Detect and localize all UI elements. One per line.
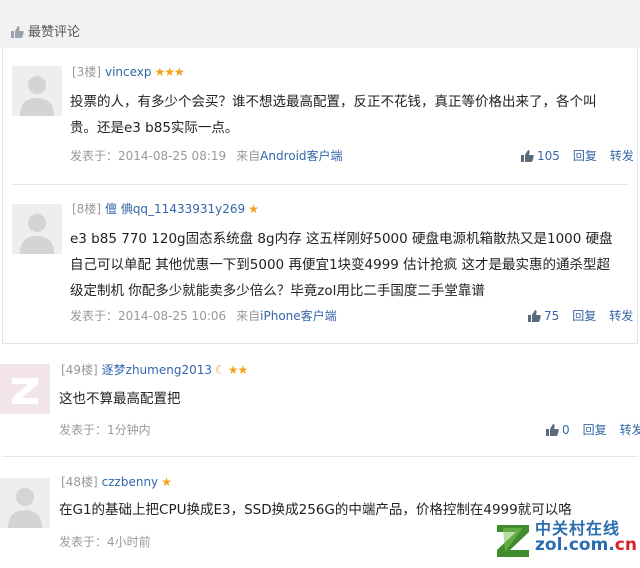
rank-stars: ★ bbox=[161, 475, 172, 489]
forward-button[interactable]: 转发 bbox=[609, 309, 633, 323]
thumbs-up-icon bbox=[528, 310, 541, 322]
username-link[interactable]: 儃 倎qq_11433931y269 bbox=[105, 202, 245, 216]
reply-button[interactable]: 回复 bbox=[583, 423, 607, 437]
comment-footer: 发表于：4小时前 bbox=[59, 534, 151, 550]
like-button[interactable]: 75 bbox=[528, 309, 559, 323]
rank-stars: ★ bbox=[248, 202, 259, 216]
comment-meta: [49楼] 逐梦zhumeng2013 ☾ ★★ bbox=[61, 362, 248, 378]
like-count: 75 bbox=[544, 309, 560, 323]
thumbs-up-icon bbox=[11, 26, 24, 38]
rank-stars: ★★ bbox=[227, 363, 248, 377]
comment-meta: [8楼] 儃 倎qq_11433931y269 ★ bbox=[72, 201, 259, 217]
reply-button[interactable]: 回复 bbox=[572, 309, 596, 323]
like-button[interactable]: 0 bbox=[546, 423, 570, 437]
reply-button[interactable]: 回复 bbox=[573, 149, 597, 163]
like-button[interactable]: 105 bbox=[521, 149, 560, 163]
comment-actions: 0 回复 转发 bbox=[546, 422, 640, 438]
zol-logo-icon bbox=[497, 525, 529, 557]
divider bbox=[2, 456, 638, 457]
floor-number: [3楼] bbox=[72, 65, 101, 79]
comment-text: 这也不算最高配置把 bbox=[59, 391, 181, 407]
post-time: 发表于：1分钟内 bbox=[59, 423, 151, 437]
comment-actions: 105 回复 转发 bbox=[521, 148, 634, 164]
source-client-link[interactable]: iPhone客户端 bbox=[260, 309, 337, 323]
forward-button[interactable]: 转发 bbox=[620, 423, 640, 437]
comment-meta: [48楼] czzbenny ★ bbox=[61, 474, 172, 490]
source-prefix: 来自 bbox=[236, 149, 261, 163]
avatar[interactable] bbox=[0, 478, 50, 528]
zol-watermark: 中关村在线 zol.com.cn bbox=[493, 515, 637, 561]
avatar[interactable] bbox=[12, 204, 62, 254]
thumbs-up-icon bbox=[546, 424, 559, 436]
thumbs-up-icon bbox=[521, 150, 534, 162]
avatar[interactable] bbox=[12, 66, 62, 116]
comment-footer: 发表于：2014-08-25 08:19 来自Android客户端 bbox=[70, 148, 343, 164]
comment-footer: 发表于：2014-08-25 10:06 来自iPhone客户端 bbox=[70, 308, 337, 324]
post-time: 发表于：2014-08-25 08:19 bbox=[70, 149, 227, 163]
username-link[interactable]: vincexp bbox=[105, 65, 152, 79]
rank-stars: ★★★ bbox=[154, 65, 185, 79]
forward-button[interactable]: 转发 bbox=[610, 149, 634, 163]
floor-number: [8楼] bbox=[72, 202, 101, 216]
divider bbox=[12, 184, 628, 185]
username-link[interactable]: 逐梦zhumeng2013 bbox=[102, 363, 212, 377]
post-time: 发表于：2014-08-25 10:06 bbox=[70, 309, 227, 323]
comment-text: 投票的人，有多少个会买？谁不想选最高配置，反正不花钱，真正等价格出来了，各个叫 … bbox=[70, 94, 597, 136]
comment-text: e3 b85 770 120g固态系统盘 8g内存 这五样刚好5000 硬盘电源… bbox=[70, 231, 613, 299]
like-count: 0 bbox=[562, 423, 570, 437]
source-client-link[interactable]: Android客户端 bbox=[260, 149, 342, 163]
username-link[interactable]: czzbenny bbox=[102, 475, 159, 489]
comment-actions: 75 回复 转发 bbox=[528, 308, 633, 324]
comment-meta: [3楼] vincexp ★★★ bbox=[72, 64, 185, 80]
post-time: 发表于：4小时前 bbox=[59, 535, 151, 549]
section-header: 最赞评论 bbox=[0, 0, 640, 48]
like-count: 105 bbox=[537, 149, 560, 163]
watermark-en-text: zol.com.cn bbox=[535, 535, 637, 555]
comment-footer: 发表于：1分钟内 bbox=[59, 422, 151, 438]
source-prefix: 来自 bbox=[236, 309, 261, 323]
avatar[interactable] bbox=[0, 364, 50, 414]
section-title: 最赞评论 bbox=[28, 25, 81, 40]
rank-moon: ☾ bbox=[215, 363, 226, 377]
floor-number: [48楼] bbox=[61, 475, 98, 489]
floor-number: [49楼] bbox=[61, 363, 98, 377]
